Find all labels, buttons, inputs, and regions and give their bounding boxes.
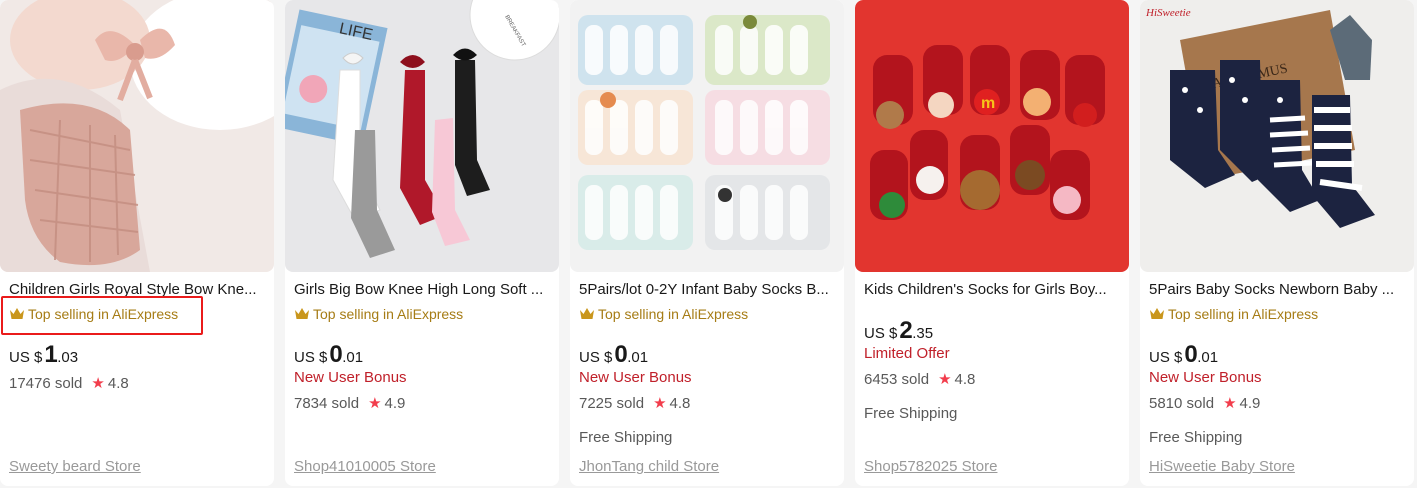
price-integer: 0 — [329, 341, 343, 368]
star-icon: ★ — [91, 375, 105, 392]
product-image[interactable] — [570, 0, 844, 272]
shipping-label: Free Shipping — [864, 405, 958, 422]
star-icon: ★ — [938, 371, 952, 388]
crown-icon — [294, 307, 310, 321]
price-decimal: .03 — [57, 349, 79, 366]
sold-count: 17476 sold — [9, 374, 83, 392]
product-grid: Children Girls Royal Style Bow Kne... To… — [0, 0, 1417, 488]
rating-value: 4.9 — [1239, 394, 1261, 412]
offer-label: New User Bonus — [1149, 369, 1262, 386]
top-selling-badge: Top selling in AliExpress — [579, 305, 748, 323]
star-icon: ★ — [1223, 395, 1237, 412]
rating-value: 4.8 — [669, 394, 691, 412]
price-integer: 1 — [44, 341, 58, 368]
product-title[interactable]: Kids Children's Socks for Girls Boy... — [864, 281, 1122, 299]
store-link[interactable]: HiSweetie Baby Store — [1149, 458, 1295, 475]
product-image[interactable] — [0, 0, 274, 272]
product-image[interactable]: m — [855, 0, 1129, 272]
rating-value: 4.8 — [107, 374, 129, 392]
product-card-1[interactable]: Children Girls Royal Style Bow Kne... To… — [0, 0, 274, 486]
crown-icon — [1149, 307, 1165, 321]
top-selling-badge: Top selling in AliExpress — [294, 305, 463, 323]
price-decimal: .01 — [1197, 349, 1219, 366]
price-decimal: .35 — [912, 325, 934, 342]
product-card-3[interactable]: 5Pairs/lot 0-2Y Infant Baby Socks B... T… — [570, 0, 844, 486]
sales-rating-row: 5810 sold ★ 4.9 — [1149, 394, 1261, 413]
price-currency: US $ — [294, 349, 328, 366]
offer-label: Limited Offer — [864, 345, 950, 362]
price-integer: 2 — [899, 317, 913, 344]
price-currency: US $ — [9, 349, 43, 366]
offer-label: New User Bonus — [294, 369, 407, 386]
price-currency: US $ — [864, 325, 898, 342]
product-title[interactable]: 5Pairs/lot 0-2Y Infant Baby Socks B... — [579, 281, 837, 299]
sales-rating-row: 7834 sold ★ 4.9 — [294, 394, 406, 413]
shipping-label: Free Shipping — [1149, 429, 1243, 446]
product-title[interactable]: 5Pairs Baby Socks Newborn Baby ... — [1149, 281, 1407, 299]
star-icon: ★ — [653, 395, 667, 412]
product-card-2[interactable]: LIFE BREAKFAST Girls Big Bow Knee High L… — [285, 0, 559, 486]
price-integer: 0 — [1184, 341, 1198, 368]
product-image[interactable]: LIFE BREAKFAST — [285, 0, 559, 272]
brand-logo-text: HiSweetie — [1145, 7, 1191, 19]
store-link[interactable]: JhonTang child Store — [579, 458, 719, 475]
highlight-annotation-box — [1, 296, 203, 335]
badge-label: Top selling in AliExpress — [1168, 306, 1319, 322]
star-icon: ★ — [368, 395, 382, 412]
sold-count: 7834 sold — [294, 394, 360, 412]
price-decimal: .01 — [342, 349, 364, 366]
product-price: US $ 0 .01 — [294, 341, 363, 369]
sold-count: 7225 sold — [579, 394, 645, 412]
store-link[interactable]: Shop5782025 Store — [864, 458, 997, 475]
badge-label: Top selling in AliExpress — [313, 306, 464, 322]
svg-text:m: m — [981, 95, 995, 112]
price-decimal: .01 — [627, 349, 649, 366]
product-price: US $ 0 .01 — [1149, 341, 1218, 369]
product-card-5[interactable]: A RES IMUS HiSweetie 5Pairs Baby Socks N… — [1140, 0, 1414, 486]
sold-count: 5810 sold — [1149, 394, 1215, 412]
rating-value: 4.8 — [954, 370, 976, 388]
store-link[interactable]: Sweety beard Store — [9, 458, 141, 475]
product-price: US $ 1 .03 — [9, 341, 78, 369]
product-image[interactable]: A RES IMUS HiSweetie — [1140, 0, 1414, 272]
top-selling-badge: Top selling in AliExpress — [1149, 305, 1318, 323]
offer-label: New User Bonus — [579, 369, 692, 386]
price-currency: US $ — [579, 349, 613, 366]
price-currency: US $ — [1149, 349, 1183, 366]
store-link[interactable]: Shop41010005 Store — [294, 458, 436, 475]
crown-icon — [579, 307, 595, 321]
badge-label: Top selling in AliExpress — [598, 306, 749, 322]
price-integer: 0 — [614, 341, 628, 368]
sales-rating-row: 7225 sold ★ 4.8 — [579, 394, 691, 413]
sold-count: 6453 sold — [864, 370, 930, 388]
sales-rating-row: 17476 sold ★ 4.8 — [9, 374, 129, 393]
product-price: US $ 0 .01 — [579, 341, 648, 369]
sales-rating-row: 6453 sold ★ 4.8 — [864, 370, 976, 389]
product-title[interactable]: Girls Big Bow Knee High Long Soft ... — [294, 281, 552, 299]
product-price: US $ 2 .35 — [864, 317, 933, 345]
rating-value: 4.9 — [384, 394, 406, 412]
product-card-4[interactable]: m Kids Children's Socks for Girls Boy...… — [855, 0, 1129, 486]
shipping-label: Free Shipping — [579, 429, 673, 446]
